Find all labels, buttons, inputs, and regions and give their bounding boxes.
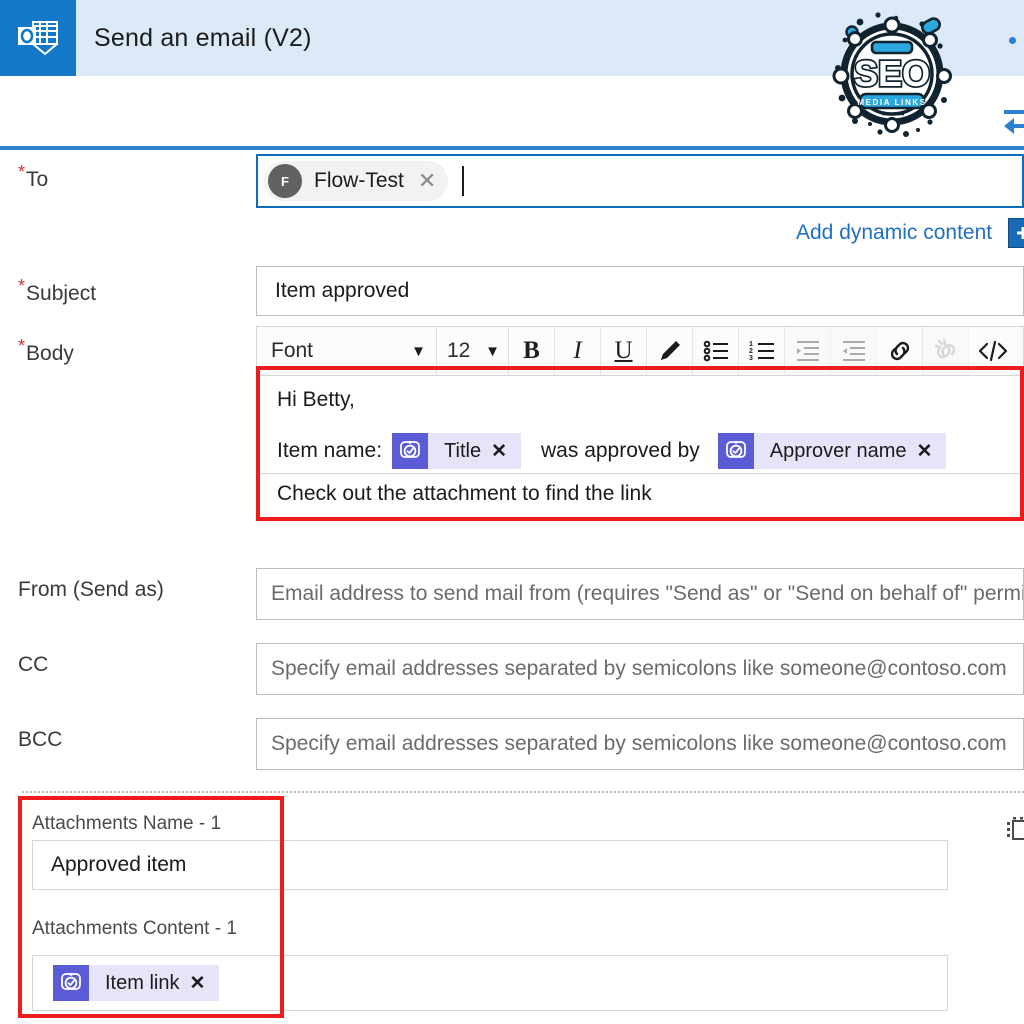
subject-label: *Subject — [18, 276, 97, 305]
body-line-2-middle: was approved by — [541, 439, 700, 462]
italic-glyph: I — [573, 337, 582, 364]
svg-text:MEDIA LINKS: MEDIA LINKS — [857, 98, 926, 107]
code-view-button[interactable] — [969, 327, 1017, 375]
pen-icon — [660, 341, 680, 360]
close-icon[interactable]: ✕ — [917, 442, 933, 461]
body-editor[interactable]: Hi Betty, Item name: Title ✕ was approve… — [256, 376, 1024, 505]
increase-indent-button[interactable] — [831, 327, 877, 375]
header-divider — [0, 146, 1024, 150]
logo-stray-dot — [1009, 37, 1016, 44]
attachments-section-divider — [22, 791, 1024, 793]
dynamic-token-title[interactable]: Title ✕ — [392, 433, 522, 469]
outlook-icon — [0, 0, 76, 76]
body-line-3: Check out the attachment to find the lin… — [277, 482, 652, 505]
to-label: *To — [18, 162, 49, 191]
body-editor-wrapper: Font ▼ 12 ▼ B I U 1 2 3 Hi Betty, Item n… — [0, 326, 1024, 521]
avatar: F — [268, 164, 302, 198]
required-marker: * — [18, 276, 26, 296]
close-icon[interactable]: ✕ — [491, 442, 507, 461]
increase-indent-icon — [842, 341, 865, 361]
add-dynamic-content-button[interactable] — [1008, 218, 1024, 248]
approval-token-icon — [717, 433, 754, 469]
recipient-chip[interactable]: F Flow-Test ✕ — [264, 161, 449, 201]
attachments-name-value: Approved item — [51, 853, 187, 876]
bcc-input[interactable]: Specify email addresses separated by sem… — [256, 718, 1024, 770]
from-label: From (Send as) — [18, 578, 164, 601]
svg-text:1: 1 — [749, 341, 753, 348]
link-icon — [890, 341, 909, 361]
font-size-value: 12 — [447, 339, 471, 362]
subject-value: Item approved — [275, 279, 410, 302]
subject-input[interactable]: Item approved — [256, 266, 1024, 316]
decrease-indent-button[interactable] — [785, 327, 831, 375]
insert-link-button[interactable] — [877, 327, 923, 375]
action-card-header: Send an email (V2) — [0, 0, 1024, 76]
bcc-label: BCC — [18, 728, 63, 751]
bold-glyph: B — [523, 337, 540, 364]
remove-link-button[interactable] — [923, 327, 969, 375]
cc-label: CC — [18, 653, 49, 676]
code-icon — [978, 340, 1008, 362]
font-size-select[interactable]: 12 ▼ — [437, 327, 509, 375]
collapse-left-arrow-icon[interactable] — [1000, 105, 1024, 139]
bullet-list-icon — [703, 340, 728, 362]
action-title: Send an email (V2) — [94, 23, 312, 52]
decrease-indent-icon — [796, 341, 819, 361]
body-line-2: Item name: Title ✕ was approved by Appro… — [277, 433, 948, 469]
attachments-content-label: Attachments Content - 1 — [32, 918, 237, 939]
token-label: Item link — [105, 971, 180, 994]
dynamic-token-item-link[interactable]: Item link ✕ — [53, 965, 220, 1001]
close-icon[interactable]: ✕ — [418, 170, 436, 192]
dynamic-token-approver[interactable]: Approver name ✕ — [717, 433, 947, 469]
from-input[interactable]: Email address to send mail from (require… — [256, 568, 1024, 620]
bold-button[interactable]: B — [509, 327, 555, 375]
required-marker: * — [18, 162, 26, 182]
body-line-1: Hi Betty, — [277, 388, 355, 411]
bullet-list-button[interactable] — [693, 327, 739, 375]
bcc-placeholder: Specify email addresses separated by sem… — [271, 732, 1007, 755]
italic-button[interactable]: I — [555, 327, 601, 375]
cc-placeholder: Specify email addresses separated by sem… — [271, 657, 1007, 680]
body-line-2-prefix: Item name: — [277, 439, 383, 462]
add-dynamic-content-link[interactable]: Add dynamic content — [796, 221, 992, 245]
recipient-name: Flow-Test — [314, 169, 404, 192]
approval-token-icon — [53, 965, 89, 1001]
underline-glyph: U — [614, 337, 633, 364]
attachments-name-input[interactable]: Approved item — [32, 840, 948, 890]
unlink-icon — [934, 338, 955, 359]
from-placeholder: Email address to send mail from (require… — [271, 582, 1023, 605]
copy-icon[interactable] — [1005, 816, 1024, 842]
attachments-name-label: Attachments Name - 1 — [32, 813, 222, 834]
close-icon[interactable]: ✕ — [189, 974, 205, 993]
attachments-content-input[interactable]: Item link ✕ — [32, 955, 948, 1011]
to-input[interactable]: F Flow-Test ✕ — [256, 154, 1024, 208]
numbered-list-button[interactable]: 123 — [739, 327, 785, 375]
font-family-select[interactable]: Font ▼ — [257, 327, 437, 375]
font-family-value: Font — [271, 339, 314, 362]
svg-text:3: 3 — [749, 355, 753, 362]
token-label: Title — [444, 439, 482, 462]
numbered-list-icon: 123 — [749, 341, 774, 362]
approval-token-icon — [392, 433, 429, 469]
chevron-down-icon: ▼ — [411, 342, 426, 360]
token-label: Approver name — [769, 439, 907, 462]
underline-button[interactable]: U — [601, 327, 647, 375]
text-caret — [462, 166, 465, 196]
cc-input[interactable]: Specify email addresses separated by sem… — [256, 643, 1024, 695]
rich-text-toolbar: Font ▼ 12 ▼ B I U 1 2 3 — [256, 326, 1024, 376]
text-highlight-button[interactable] — [647, 327, 693, 375]
svg-text:2: 2 — [749, 348, 753, 355]
chevron-down-icon: ▼ — [485, 342, 500, 360]
